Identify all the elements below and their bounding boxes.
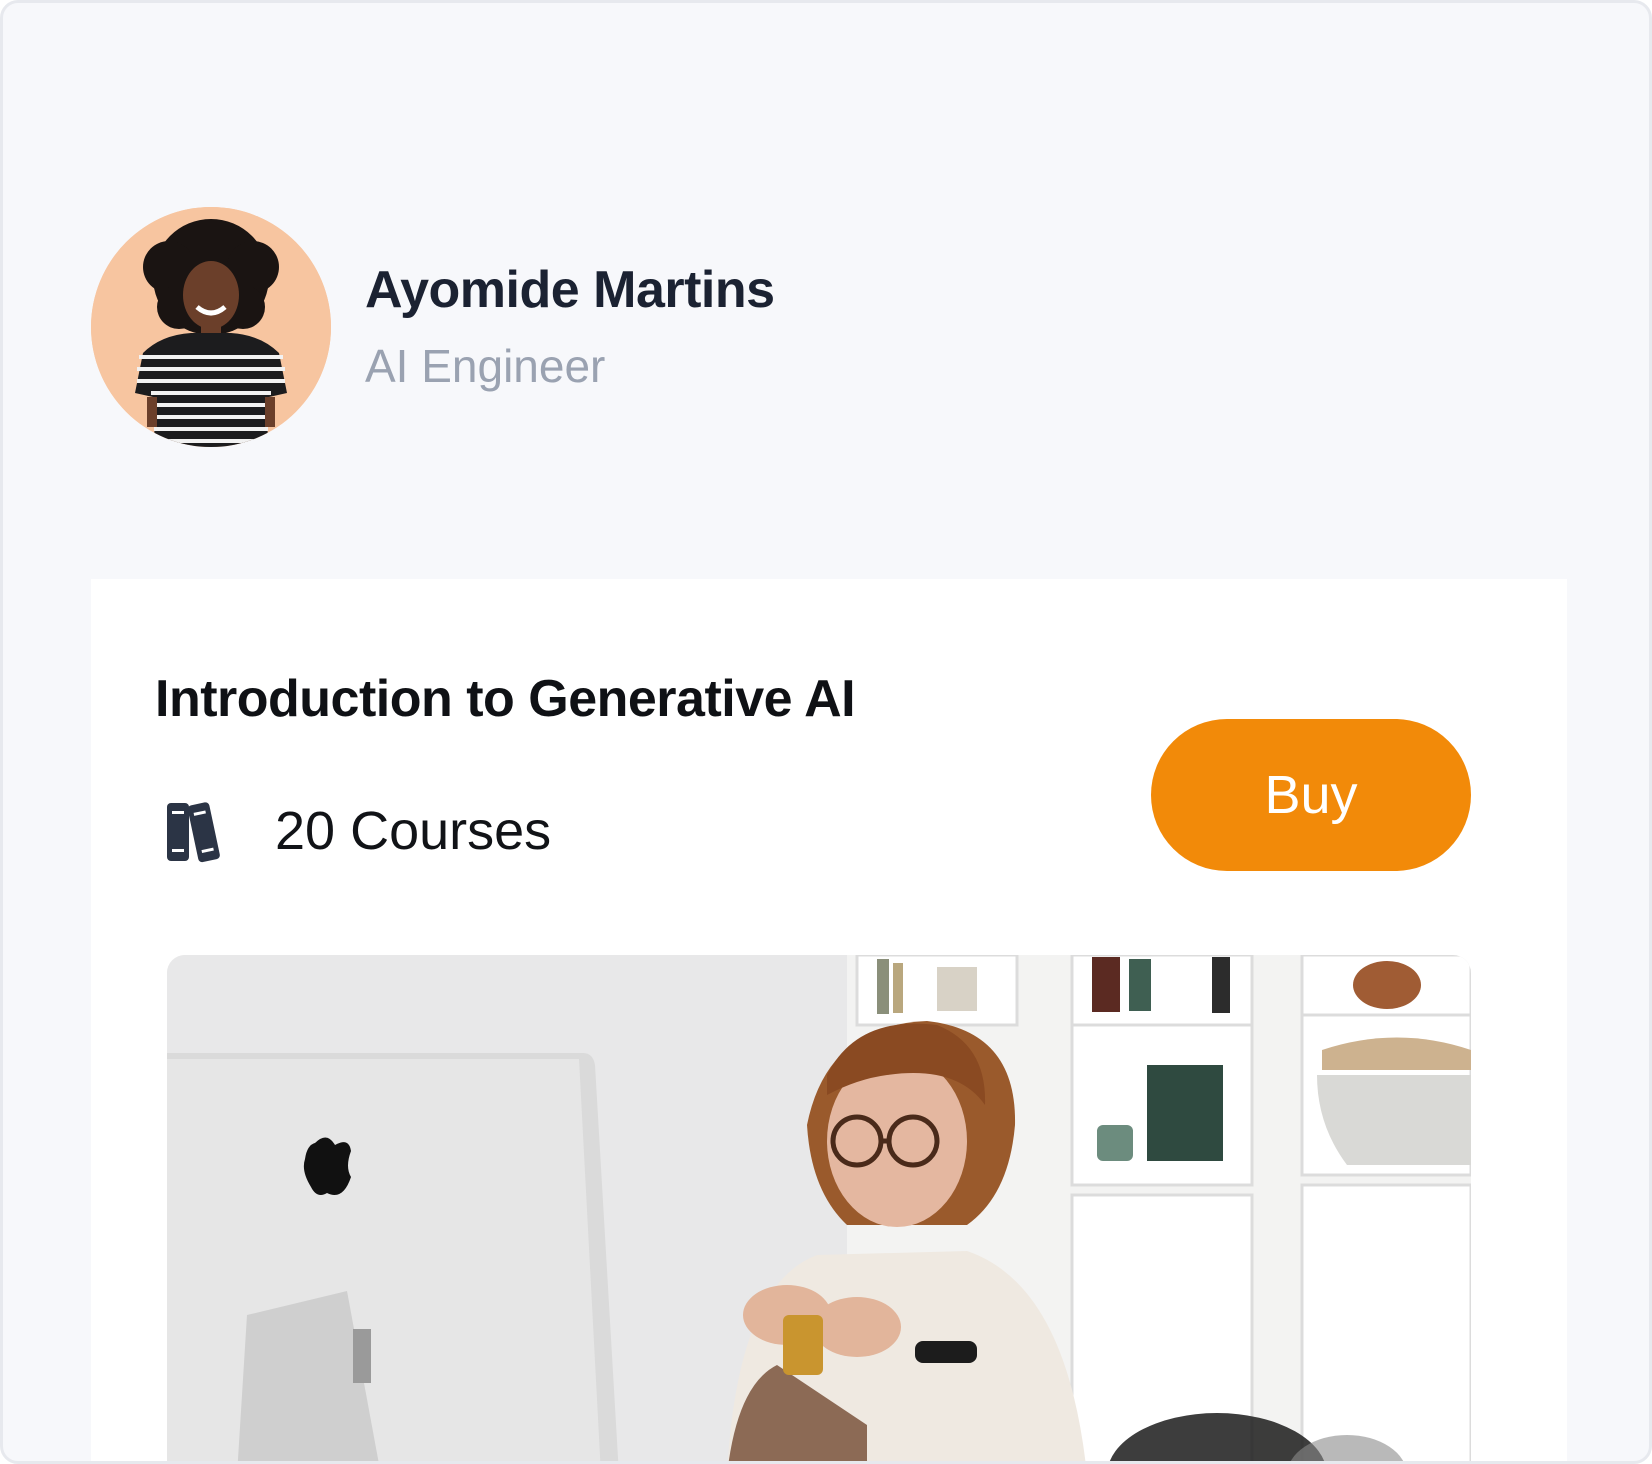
- instructor-avatar: [91, 207, 331, 447]
- instructor-profile: Ayomide Martins AI Engineer: [91, 207, 775, 447]
- course-meta: 20 Courses: [165, 799, 551, 863]
- course-title[interactable]: Introduction to Generative AI: [155, 670, 856, 728]
- page-frame: Ayomide Martins AI Engineer Introduction…: [0, 0, 1652, 1464]
- course-count: 20 Courses: [275, 801, 552, 861]
- avatar-photo: [91, 207, 331, 447]
- instructor-name: Ayomide Martins: [365, 261, 775, 320]
- books-icon: [165, 799, 227, 863]
- instructor-role: AI Engineer: [365, 340, 606, 393]
- buy-button[interactable]: Buy: [1151, 719, 1471, 871]
- course-photo: [167, 955, 1471, 1461]
- course-image[interactable]: [167, 955, 1471, 1461]
- course-card[interactable]: Introduction to Generative AI 20 Courses…: [91, 579, 1567, 1461]
